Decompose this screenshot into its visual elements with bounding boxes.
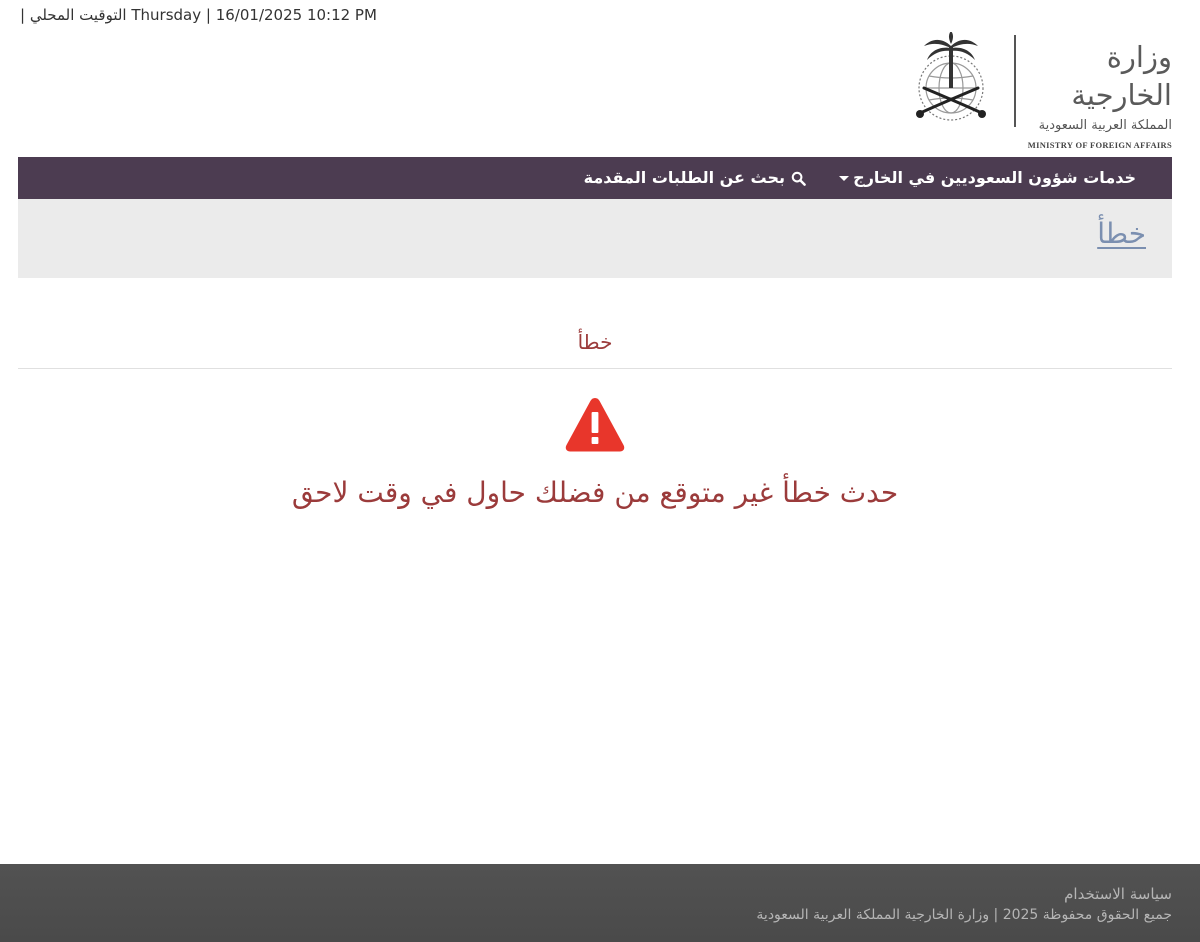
- local-time-bar: | التوقيت المحلي Thursday | 16/01/2025 1…: [20, 6, 377, 24]
- nav-item-saudi-services[interactable]: خدمات شؤون السعوديين في الخارج: [839, 157, 1136, 199]
- warning-triangle-icon: [565, 398, 625, 452]
- page-header: خطأ: [18, 199, 1172, 278]
- saudi-emblem-icon: [916, 32, 986, 121]
- page-title-link[interactable]: خطأ: [1097, 217, 1146, 250]
- error-message: حدث خطأ غير متوقع من فضلك حاول في وقت لا…: [291, 476, 899, 509]
- section-divider: [18, 368, 1172, 369]
- logo-divider: [1014, 35, 1016, 127]
- nav-item-saudi-services-label: خدمات شؤون السعوديين في الخارج: [853, 168, 1136, 187]
- footer: سياسة الاستخدام جميع الحقوق محفوظة 2025 …: [0, 864, 1200, 942]
- section-title: خطأ: [577, 330, 613, 354]
- footer-copyright: جميع الحقوق محفوظة 2025 | وزارة الخارجية…: [756, 907, 1172, 923]
- logo-arabic-subtitle: المملكة العربية السعودية: [1038, 118, 1172, 133]
- logo-english-name: MINISTRY OF FOREIGN AFFAIRS: [1027, 140, 1172, 150]
- caret-down-icon: [839, 176, 850, 181]
- nav-item-search-requests[interactable]: بحث عن الطلبات المقدمة: [584, 157, 806, 199]
- footer-terms-link[interactable]: سياسة الاستخدام: [1064, 885, 1172, 903]
- main-nav: خدمات شؤون السعوديين في الخارج بحث عن ال…: [18, 157, 1172, 199]
- local-time-text: | التوقيت المحلي Thursday | 16/01/2025 1…: [20, 6, 377, 24]
- nav-item-search-requests-label: بحث عن الطلبات المقدمة: [583, 168, 785, 187]
- logo-arabic-name: وزارة الخارجية: [1071, 40, 1172, 112]
- ministry-logo[interactable]: وزارة الخارجية المملكة العربية السعودية …: [900, 32, 1172, 150]
- logo-text: وزارة الخارجية المملكة العربية السعودية …: [1022, 38, 1172, 150]
- search-icon: [791, 171, 806, 186]
